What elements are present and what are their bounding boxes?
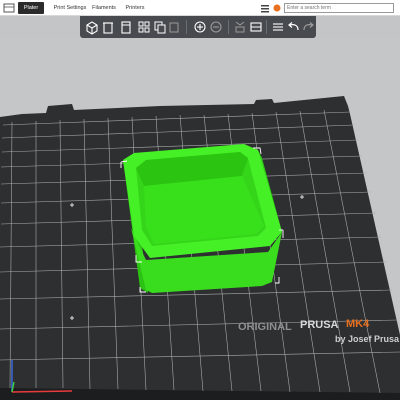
- 3d-model-box[interactable]: [120, 144, 284, 293]
- bed-brand-prusa: PRUSA: [300, 319, 339, 331]
- plater-toolbar: [80, 16, 316, 38]
- tab-plater[interactable]: Plater: [18, 2, 44, 14]
- delete-icon[interactable]: [100, 19, 116, 35]
- tab-filaments[interactable]: Filaments: [90, 2, 118, 14]
- bed-brand-byline: by Josef Prusa: [335, 334, 400, 344]
- toolbar-separator: [266, 20, 267, 34]
- arrange-icon[interactable]: [136, 19, 152, 35]
- tab-print-settings[interactable]: Print Settings: [48, 2, 92, 14]
- layers-editing-icon[interactable]: [270, 19, 286, 35]
- tab-printers[interactable]: Printers: [124, 2, 146, 14]
- bed-brand-original: ORIGINAL: [238, 321, 292, 333]
- x-axis-icon: [11, 390, 73, 393]
- 3d-viewport[interactable]: ORIGINAL PRUSA MK4 by Josef Prusa: [0, 38, 400, 400]
- top-bar: Plater Print Settings Filaments Printers: [0, 0, 400, 16]
- remove-instance-icon[interactable]: [208, 19, 224, 35]
- paste-icon[interactable]: [166, 19, 182, 35]
- split-objects-icon[interactable]: [232, 19, 248, 35]
- toolbar-separator: [228, 20, 229, 34]
- search-input[interactable]: [284, 3, 394, 13]
- split-parts-icon[interactable]: [248, 19, 264, 35]
- model-inner-floor: [144, 176, 264, 244]
- redo-icon[interactable]: [300, 19, 316, 35]
- bed-brand-mk4: MK4: [346, 318, 370, 330]
- add-box-icon[interactable]: [84, 19, 100, 35]
- delete-all-icon[interactable]: [118, 19, 134, 35]
- expert-mode-icon[interactable]: [272, 2, 282, 14]
- app-logo-icon: [3, 3, 15, 13]
- toolbar-separator: [186, 20, 187, 34]
- mode-bars-icon[interactable]: [260, 2, 270, 14]
- add-instance-icon[interactable]: [192, 19, 208, 35]
